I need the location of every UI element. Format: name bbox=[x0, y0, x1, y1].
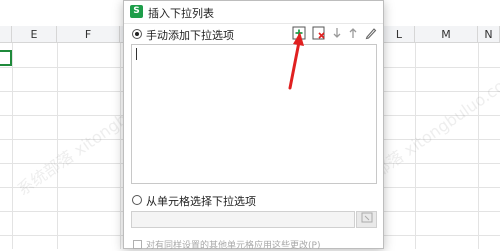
app-icon: S bbox=[130, 5, 143, 18]
apply-same-settings-checkbox[interactable] bbox=[133, 240, 142, 249]
column-header-partial[interactable] bbox=[0, 26, 12, 43]
column-header-f[interactable]: F bbox=[57, 26, 120, 43]
arrow-up-icon[interactable] bbox=[346, 26, 360, 40]
dialog-titlebar[interactable]: S 插入下拉列表 bbox=[124, 1, 383, 24]
manual-option-label[interactable]: 手动添加下拉选项 bbox=[146, 27, 234, 43]
column-header-l[interactable]: L bbox=[384, 26, 415, 43]
apply-same-settings-label[interactable]: 对有同样设置的其他单元格应用这些更改(P) bbox=[146, 238, 320, 251]
dialog-title: 插入下拉列表 bbox=[148, 7, 214, 20]
range-select-button[interactable] bbox=[356, 211, 377, 228]
grid-line bbox=[478, 43, 479, 249]
grid-line bbox=[57, 43, 58, 249]
annotation-arrow bbox=[288, 32, 304, 90]
delete-item-icon[interactable] bbox=[312, 26, 326, 40]
cell-option-label[interactable]: 从单元格选择下拉选项 bbox=[146, 193, 256, 209]
manual-option-radio[interactable] bbox=[132, 29, 142, 39]
arrow-down-icon[interactable] bbox=[330, 26, 344, 40]
column-header-e[interactable]: E bbox=[12, 26, 57, 43]
edit-icon[interactable] bbox=[364, 26, 378, 40]
grid-line bbox=[120, 43, 121, 249]
column-header-n[interactable]: N bbox=[478, 26, 500, 43]
column-header-m[interactable]: M bbox=[415, 26, 478, 43]
cell-option-radio[interactable] bbox=[132, 195, 142, 205]
insert-dropdown-dialog: S 插入下拉列表 手动添加下拉选项 从单元格选择下拉选项 对有同样设置的其他单元… bbox=[123, 0, 384, 251]
selected-cell[interactable] bbox=[0, 50, 12, 66]
grid-line bbox=[12, 43, 13, 249]
cell-range-input[interactable] bbox=[131, 211, 355, 228]
option-list[interactable] bbox=[131, 44, 377, 184]
range-select-icon bbox=[361, 212, 372, 223]
grid-line bbox=[415, 43, 416, 249]
